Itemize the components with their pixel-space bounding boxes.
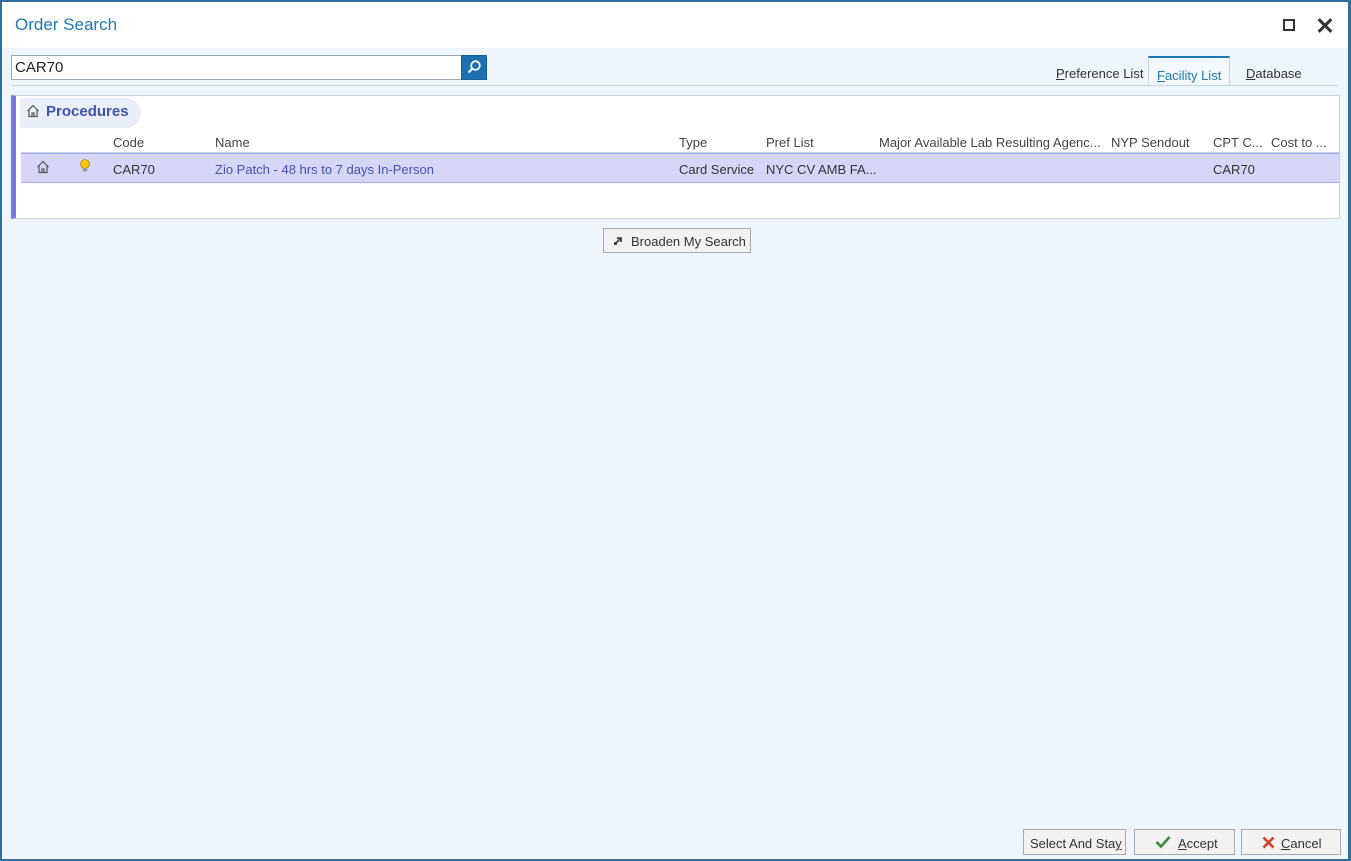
search-icon [467,60,481,74]
home-icon [37,160,49,174]
group-header-procedures[interactable]: Procedures [20,98,141,128]
column-header-name[interactable]: Name [215,135,250,150]
select-and-stay-button[interactable]: Select And Stay [1023,829,1126,855]
title-bar: Order Search [2,2,1348,48]
accept-button[interactable]: Accept [1134,829,1235,855]
tab-database[interactable]: Database [1238,56,1310,86]
cell-code: CAR70 [113,162,155,177]
check-icon [1155,836,1171,849]
x-icon [1262,836,1275,849]
order-search-dialog: Order Search Preference List Facility Li… [0,0,1351,861]
home-icon [27,104,39,118]
column-header-pref-list[interactable]: Pref List [766,135,814,150]
column-header-nyp-sendout[interactable]: NYP Sendout [1111,135,1190,150]
cell-name: Zio Patch - 48 hrs to 7 days In-Person [215,162,434,177]
column-header-cost[interactable]: Cost to ... [1271,135,1327,150]
search-button[interactable] [461,55,487,80]
broaden-search-button[interactable]: Broaden My Search [603,228,751,253]
results-panel: Procedures Code Name Type Pref List Majo… [11,95,1340,219]
maximize-button[interactable] [1280,16,1298,34]
table-row[interactable]: CAR70 Zio Patch - 48 hrs to 7 days In-Pe… [21,153,1339,183]
tab-preference-list[interactable]: Preference List [1048,56,1151,86]
cancel-button[interactable]: Cancel [1241,829,1341,855]
column-header-cpt[interactable]: CPT C... [1213,135,1263,150]
cell-type: Card Service [679,162,755,177]
tabs-divider [12,85,1338,86]
maximize-icon [1283,19,1295,31]
column-header-code[interactable]: Code [113,135,144,150]
column-header-major-lab[interactable]: Major Available Lab Resulting Agenc... [879,135,1101,150]
dialog-title: Order Search [15,15,118,34]
cell-cpt: CAR70 [1213,162,1255,177]
search-source-tabs: Preference List Facility List Database [1048,56,1338,86]
search-input[interactable] [11,55,462,80]
lightbulb-icon[interactable] [79,158,91,174]
column-header-type[interactable]: Type [679,135,707,150]
tab-facility-list[interactable]: Facility List [1148,56,1231,86]
cell-pref-list: NYC CV AMB FA... [766,162,877,177]
expand-arrow-icon [614,237,622,245]
group-title: Procedures [46,103,129,120]
broaden-search-label: Broaden My Search [631,234,746,249]
close-button[interactable] [1316,16,1334,34]
